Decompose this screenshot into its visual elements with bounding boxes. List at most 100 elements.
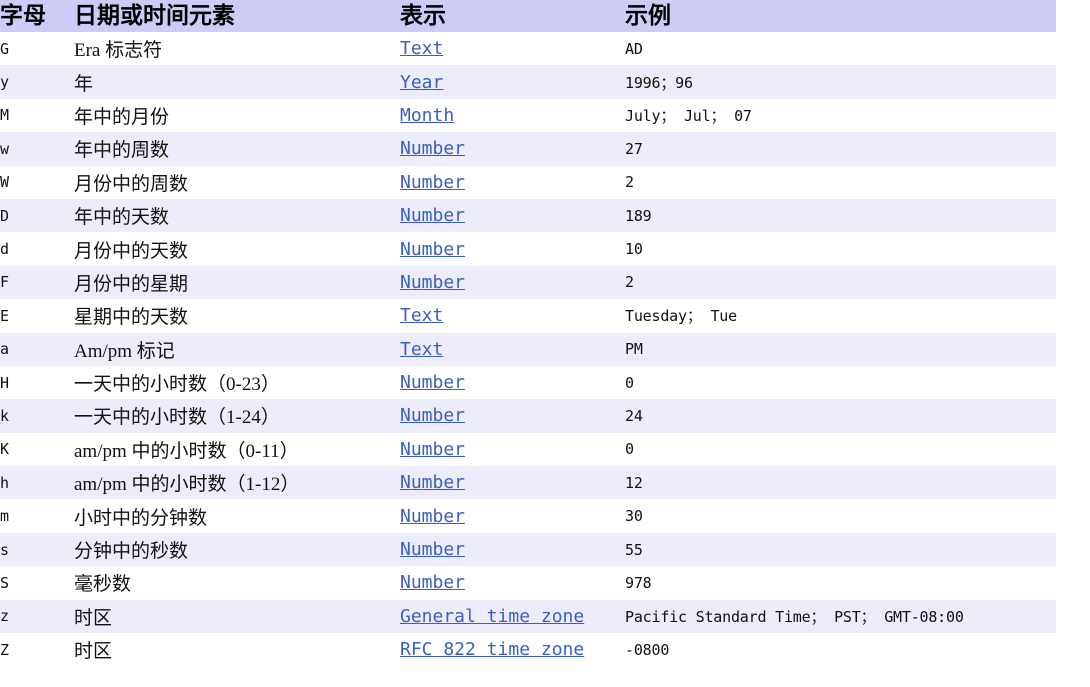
cell-letter: H	[0, 365, 74, 400]
cell-example: 55	[625, 532, 1056, 567]
cell-presentation: Number	[400, 399, 625, 433]
column-header-example-label: 示例	[625, 3, 671, 29]
cell-element: 分钟中的秒数	[74, 532, 400, 567]
cell-element: 年中的月份	[74, 98, 400, 133]
table-body: G Era 标志符 Text AD y 年 Year 1996；96 M 年中的月份 Month Ju…	[0, 32, 1056, 667]
cell-element: 星期中的天数	[74, 299, 400, 333]
cell-example: 10	[625, 232, 1056, 266]
cell-example: Tuesday； Tue	[625, 299, 1056, 333]
cell-presentation: Year	[400, 65, 625, 99]
table-row: F 月份中的星期 Number 2	[0, 265, 1056, 300]
cell-example: 12	[625, 466, 1056, 500]
presentation-link[interactable]: General time zone	[400, 606, 584, 627]
cell-letter: d	[0, 232, 74, 266]
cell-presentation: Text	[400, 32, 625, 66]
cell-element: 毫秒数	[74, 566, 400, 600]
cell-example: 189	[625, 198, 1056, 233]
cell-element: 年中的天数	[74, 198, 400, 233]
presentation-link[interactable]: Number	[400, 472, 465, 493]
cell-letter: G	[0, 32, 74, 66]
column-header-element: 日期或时间元素	[74, 0, 400, 32]
cell-example: 2	[625, 265, 1056, 300]
cell-presentation: Number	[400, 165, 625, 199]
presentation-link[interactable]: Number	[400, 506, 465, 527]
column-header-presentation: 表示	[400, 0, 625, 32]
table-row: m 小时中的分钟数 Number 30	[0, 499, 1056, 533]
presentation-link[interactable]: Number	[400, 539, 465, 560]
cell-presentation: Number	[400, 132, 625, 166]
cell-presentation: Number	[400, 532, 625, 567]
cell-letter: F	[0, 265, 74, 300]
presentation-link[interactable]: Number	[400, 439, 465, 460]
cell-presentation: Number	[400, 499, 625, 533]
cell-example: July； Jul； 07	[625, 98, 1056, 133]
presentation-link[interactable]: Number	[400, 572, 465, 593]
cell-example: AD	[625, 32, 1056, 66]
cell-letter: s	[0, 532, 74, 567]
column-header-presentation-label: 表示	[400, 3, 446, 29]
cell-example: PM	[625, 332, 1056, 366]
presentation-link[interactable]: Number	[400, 205, 465, 226]
cell-example: 0	[625, 365, 1056, 400]
column-header-letter-label: 字母	[0, 3, 46, 29]
cell-presentation: Number	[400, 232, 625, 266]
cell-presentation: Number	[400, 432, 625, 467]
cell-presentation: Text	[400, 299, 625, 333]
table-row: a Am/pm 标记 Text PM	[0, 332, 1056, 366]
table-row: d 月份中的天数 Number 10	[0, 232, 1056, 266]
presentation-link[interactable]: Text	[400, 38, 443, 59]
cell-example: 27	[625, 132, 1056, 166]
table-row: W 月份中的周数 Number 2	[0, 165, 1056, 199]
cell-presentation: Number	[400, 566, 625, 600]
cell-element: am/pm 中的小时数（0-11）	[74, 432, 400, 467]
table-row: w 年中的周数 Number 27	[0, 132, 1056, 166]
cell-letter: a	[0, 332, 74, 366]
table-row: Z 时区 RFC 822 time zone -0800	[0, 633, 1056, 667]
presentation-link[interactable]: Month	[400, 105, 454, 126]
presentation-link[interactable]: RFC 822 time zone	[400, 639, 584, 660]
cell-example: 0	[625, 432, 1056, 467]
cell-letter: Z	[0, 633, 74, 667]
table-row: G Era 标志符 Text AD	[0, 32, 1056, 66]
cell-letter: S	[0, 566, 74, 600]
cell-element: 月份中的天数	[74, 232, 400, 266]
presentation-link[interactable]: Year	[400, 72, 443, 93]
cell-letter: D	[0, 198, 74, 233]
presentation-link[interactable]: Number	[400, 372, 465, 393]
table-row: k 一天中的小时数（1-24） Number 24	[0, 399, 1056, 433]
cell-letter: K	[0, 432, 74, 467]
column-header-element-label: 日期或时间元素	[74, 3, 235, 29]
cell-element: 年中的周数	[74, 132, 400, 166]
presentation-link[interactable]: Number	[400, 405, 465, 426]
presentation-link[interactable]: Text	[400, 305, 443, 326]
table-header-row: 字母 日期或时间元素 表示 示例	[0, 0, 1056, 32]
cell-presentation: Month	[400, 98, 625, 133]
presentation-link[interactable]: Number	[400, 239, 465, 260]
cell-presentation: General time zone	[400, 599, 625, 634]
cell-example: 978	[625, 566, 1056, 600]
cell-letter: W	[0, 165, 74, 199]
presentation-link[interactable]: Text	[400, 339, 443, 360]
cell-letter: m	[0, 499, 74, 533]
cell-letter: E	[0, 299, 74, 333]
table-header: 字母 日期或时间元素 表示 示例	[0, 0, 1056, 32]
cell-element: 一天中的小时数（0-23）	[74, 365, 400, 400]
cell-letter: M	[0, 98, 74, 133]
table-row: Kam/pm 中的小时数（0-11） Number 0	[0, 432, 1056, 467]
cell-letter: w	[0, 132, 74, 166]
cell-element: 时区	[74, 633, 400, 667]
column-header-example: 示例	[625, 0, 1056, 32]
presentation-link[interactable]: Number	[400, 138, 465, 159]
cell-letter: y	[0, 65, 74, 99]
table-row: D 年中的天数 Number 189	[0, 198, 1056, 233]
cell-example: -0800	[625, 633, 1056, 667]
cell-element: 年	[74, 65, 400, 99]
table-row: s 分钟中的秒数 Number 55	[0, 532, 1056, 567]
cell-element: Era 标志符	[74, 32, 400, 66]
presentation-link[interactable]: Number	[400, 172, 465, 193]
document-page: 字母 日期或时间元素 表示 示例 G Era 标志符 Text AD y 年 Year 199…	[0, 0, 1090, 687]
cell-letter: z	[0, 599, 74, 634]
table-row: H 一天中的小时数（0-23） Number 0	[0, 365, 1056, 400]
presentation-link[interactable]: Number	[400, 272, 465, 293]
cell-presentation: Number	[400, 365, 625, 400]
